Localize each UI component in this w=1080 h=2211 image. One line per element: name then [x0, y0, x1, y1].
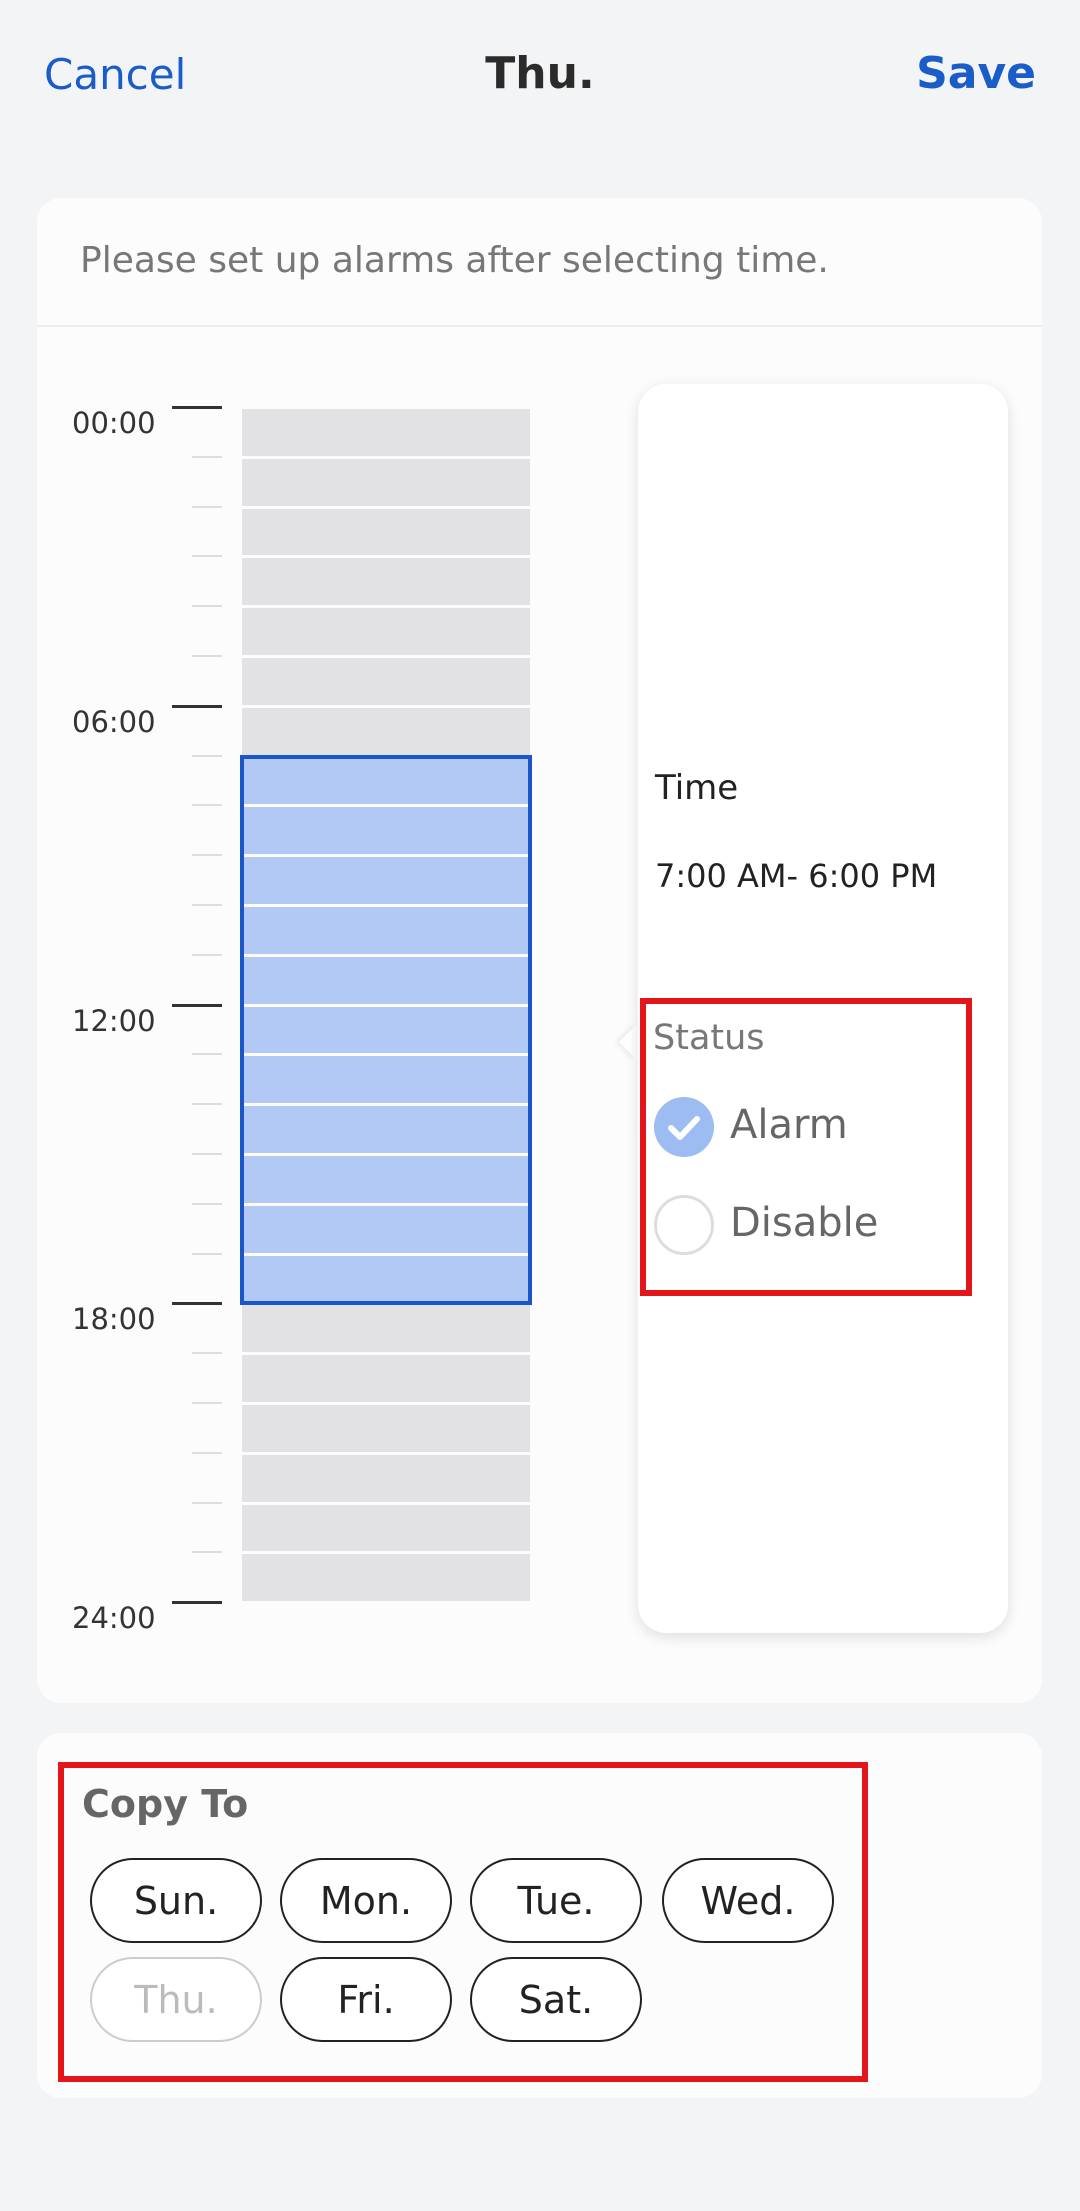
divider — [37, 325, 1042, 327]
copy-day-wed[interactable]: Wed. — [662, 1858, 834, 1943]
hour-tick — [172, 704, 222, 708]
hour-tick — [192, 953, 222, 956]
save-button[interactable]: Save — [916, 48, 1036, 99]
hour-tick — [192, 1153, 222, 1155]
copy-day-sat[interactable]: Sat. — [470, 1957, 642, 2042]
hour-tick — [192, 754, 222, 757]
selected-range[interactable] — [240, 754, 532, 1306]
copy-day-thu: Thu. — [90, 1957, 262, 2042]
time-slot[interactable] — [242, 1504, 530, 1552]
hour-tick — [192, 455, 222, 458]
hour-tick — [192, 1202, 222, 1205]
status-label: Status — [653, 1018, 765, 1058]
copy-day-sun[interactable]: Sun. — [90, 1858, 262, 1943]
cancel-button[interactable]: Cancel — [44, 50, 186, 99]
time-slot[interactable] — [242, 558, 530, 606]
time-slot[interactable] — [242, 1305, 530, 1353]
check-icon — [668, 1116, 700, 1140]
time-slot[interactable] — [242, 508, 530, 556]
hour-tick — [192, 505, 222, 508]
disable-option-label[interactable]: Disable — [730, 1200, 878, 1246]
hour-tick — [172, 1601, 222, 1605]
time-slot[interactable] — [242, 1405, 530, 1452]
copy-day-tue[interactable]: Tue. — [470, 1858, 642, 1943]
hour-tick — [192, 1103, 222, 1106]
hour-label: 00:00 — [72, 406, 156, 440]
hour-tick — [192, 804, 222, 807]
hour-tick — [192, 1551, 222, 1554]
hour-tick — [192, 605, 222, 608]
copy-day-fri[interactable]: Fri. — [280, 1957, 452, 2042]
hour-label: 18:00 — [72, 1302, 156, 1337]
time-label: Time — [655, 768, 739, 808]
hour-tick — [192, 1402, 222, 1404]
time-slot[interactable] — [242, 1554, 530, 1602]
hour-tick — [172, 406, 222, 409]
time-slot[interactable] — [242, 1454, 530, 1502]
hour-tick — [172, 1003, 222, 1007]
copy-day-mon[interactable]: Mon. — [280, 1858, 452, 1943]
hour-tick — [192, 854, 222, 857]
time-slot[interactable] — [242, 409, 530, 456]
time-slot[interactable] — [242, 1355, 530, 1402]
hour-tick — [192, 555, 222, 558]
hour-tick — [172, 1302, 222, 1306]
alarm-radio[interactable] — [654, 1097, 714, 1157]
hour-tick — [192, 1451, 222, 1454]
hour-label: 06:00 — [72, 704, 156, 739]
time-slot[interactable] — [242, 658, 530, 705]
time-value: 7:00 AM- 6:00 PM — [655, 857, 938, 895]
hour-tick — [192, 1053, 222, 1056]
time-slot[interactable] — [242, 707, 530, 755]
hint-text: Please set up alarms after selecting tim… — [80, 240, 829, 281]
time-slot[interactable] — [242, 458, 530, 506]
copy-to-title: Copy To — [82, 1782, 249, 1826]
alarm-option-label[interactable]: Alarm — [730, 1102, 848, 1148]
hour-label: 12:00 — [72, 1003, 156, 1038]
hour-tick — [192, 1252, 222, 1255]
disable-radio[interactable] — [654, 1195, 714, 1255]
time-slot[interactable] — [242, 608, 530, 655]
hour-label: 24:00 — [72, 1601, 156, 1636]
hour-tick — [192, 904, 222, 906]
hour-tick — [192, 1352, 222, 1355]
hour-tick — [192, 1501, 222, 1504]
hour-tick — [192, 655, 222, 657]
